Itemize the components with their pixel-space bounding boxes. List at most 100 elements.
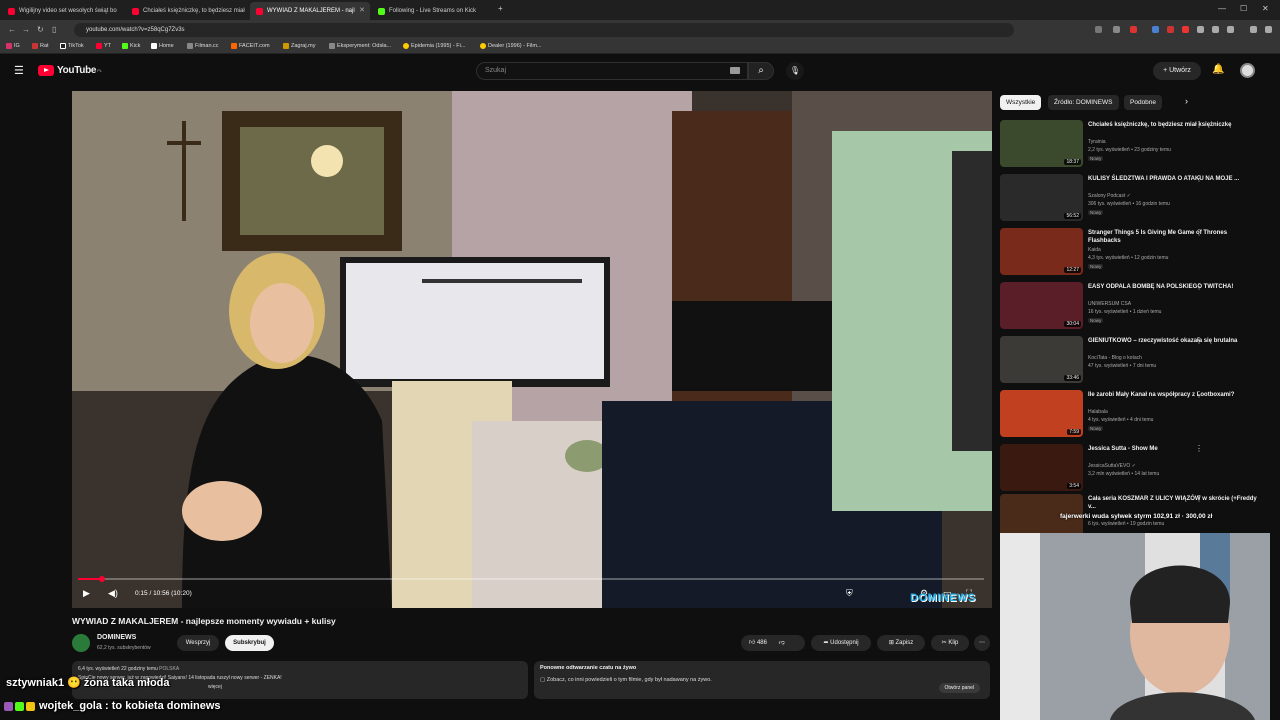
url-input[interactable]: youtube.com/watch?v=z58qCg7Zv3s [74, 23, 1014, 37]
voice-search-button[interactable]: 🎙 [786, 62, 804, 80]
open-panel-button[interactable]: Otwórz panel [938, 683, 980, 693]
bookmark[interactable]: Filman.cc [187, 43, 219, 49]
bookmark[interactable]: TikTok [60, 43, 84, 49]
save-button[interactable]: ⊞ Zapisz [877, 635, 925, 651]
recommendation-title[interactable]: KULISY ŚLEDZTWA I PRAWDA O ATAKU NA MOJE… [1088, 175, 1258, 183]
recommendation-channel[interactable]: KociTata - Blog o kotach [1088, 355, 1142, 361]
more-options-icon[interactable]: ⋮ [1195, 390, 1203, 399]
recommendation-title[interactable]: Cała seria KOSZMAR Z ULICY WIĄZÓW w skró… [1088, 495, 1258, 511]
hamburger-menu-icon[interactable]: ☰ [14, 64, 24, 77]
bookmark[interactable]: Epidemia (1995) - Fi... [403, 43, 465, 49]
extension-icon[interactable] [1167, 26, 1174, 33]
more-options-icon[interactable]: ⋮ [1195, 228, 1203, 237]
recommendation-title[interactable]: Stranger Things 5 Is Giving Me Game of T… [1088, 229, 1258, 245]
bookmark[interactable]: Eksperyment: Odsła... [329, 43, 391, 49]
account-avatar[interactable] [1240, 63, 1255, 78]
sponsorblock-icon[interactable]: ⛨ [846, 588, 853, 599]
close-tab-icon[interactable]: ✕ [359, 6, 365, 14]
recommendation-thumbnail[interactable]: 33:46 [1000, 336, 1083, 383]
recommendation-thumbnail[interactable]: 56:52 [1000, 174, 1083, 221]
recommendation-title[interactable]: Chciałeś księżniczkę, to będziesz miał k… [1088, 121, 1258, 129]
minimize-icon[interactable]: — [1218, 4, 1226, 13]
bookmark[interactable]: IG [6, 43, 20, 49]
share-button[interactable]: ➦ Udostępnij [811, 635, 871, 651]
recommendation-thumbnail[interactable]: 12:27 [1000, 228, 1083, 275]
bookmark[interactable]: Zagraj.my [283, 43, 315, 49]
close-window-icon[interactable]: ✕ [1262, 4, 1269, 13]
recommendation-title[interactable]: GIENIUTKOWO – rzeczywistość okazała się … [1088, 337, 1258, 345]
recommendation-item[interactable]: 7:59 Ile zarobi Mały Kanał na współpracy … [1000, 390, 1268, 442]
bookmark[interactable]: Home [151, 43, 174, 49]
recommendation-channel[interactable]: Tyrainia [1088, 139, 1106, 145]
more-options-icon[interactable]: ⋮ [1195, 282, 1203, 291]
progress-bar[interactable] [78, 578, 984, 580]
recommendation-item[interactable]: 56:52 KULISY ŚLEDZTWA I PRAWDA O ATAKU NA… [1000, 174, 1268, 226]
maximize-icon[interactable]: ☐ [1240, 4, 1247, 13]
recommendation-thumbnail[interactable]: 18:37 [1000, 120, 1083, 167]
bookmark[interactable]: YT [96, 43, 111, 49]
recommendation-item[interactable]: 12:27 Stranger Things 5 Is Giving Me Game… [1000, 228, 1268, 280]
brave-shield-icon[interactable] [1130, 26, 1137, 33]
recommendation-title[interactable]: Ile zarobi Mały Kanał na współpracy z Lo… [1088, 391, 1258, 399]
keyboard-icon[interactable] [730, 67, 740, 74]
recommendation-item[interactable]: 30:04 EASY ODPALA BOMBĘ NA POLSKIEGO TWIT… [1000, 282, 1268, 334]
bookmark[interactable]: FACEIT.com [231, 43, 270, 49]
recommendation-item[interactable]: 33:46 GIENIUTKOWO – rzeczywistość okazała… [1000, 336, 1268, 388]
forward-icon[interactable]: → [22, 25, 30, 34]
support-button[interactable]: Wesprzyj [177, 635, 219, 651]
recommendation-item[interactable]: 3:54 Jessica Sutta - Show Me JessicaSuttaV… [1000, 444, 1268, 496]
recommendation-title[interactable]: Jessica Sutta - Show Me [1088, 445, 1258, 453]
extension-icon[interactable] [1113, 26, 1120, 33]
like-count[interactable]: 486 [757, 640, 767, 646]
recommendation-thumbnail[interactable]: 7:59 [1000, 390, 1083, 437]
youtube-logo[interactable]: YouTube PL [38, 65, 102, 76]
more-options-icon[interactable]: ⋮ [1195, 120, 1203, 129]
share-icon[interactable] [1227, 26, 1234, 33]
progress-scrubber[interactable] [99, 576, 105, 582]
extension-icon[interactable] [1197, 26, 1204, 33]
channel-name[interactable]: DOMINEWS [97, 634, 136, 641]
bookmark[interactable]: Kick [122, 43, 140, 49]
extension-icon[interactable] [1182, 26, 1189, 33]
recommendation-channel[interactable]: Halabala [1088, 409, 1108, 415]
play-icon[interactable]: ▶ [83, 588, 90, 599]
chip-source[interactable]: Źródło: DOMINEWS [1048, 95, 1119, 110]
video-player[interactable] [72, 91, 992, 608]
sidebar-icon[interactable] [1250, 26, 1257, 33]
browser-tab-active[interactable]: WYWIAD Z MAKALJEREM - najl ✕ [250, 2, 370, 20]
notifications-bell-icon[interactable]: 🔔 [1212, 64, 1224, 75]
recommendation-channel[interactable]: JessicaSuttaVEVO ✓ [1088, 463, 1136, 469]
back-icon[interactable]: ← [8, 25, 16, 34]
browser-tab[interactable]: Wigilijny video set wesołych świąt bo [2, 2, 124, 20]
recommendation-item[interactable]: 18:37 Chciałeś księżniczkę, to będziesz m… [1000, 120, 1268, 172]
more-options-icon[interactable]: ⋮ [1195, 444, 1203, 453]
download-icon[interactable] [1212, 26, 1219, 33]
recommendation-channel[interactable]: Kaida [1088, 247, 1101, 253]
recommendation-title[interactable]: EASY ODPALA BOMBĘ NA POLSKIEGO TWITCHA! [1088, 283, 1258, 291]
channel-avatar[interactable] [72, 634, 90, 652]
menu-icon[interactable] [1265, 26, 1272, 33]
like-icon[interactable]: 👍︎ [749, 640, 755, 646]
more-options-icon[interactable]: ⋮ [1195, 174, 1203, 183]
chevron-right-icon[interactable]: › [1185, 96, 1188, 106]
recommendation-thumbnail[interactable]: 3:54 [1000, 444, 1083, 491]
extension-icon[interactable] [1152, 26, 1159, 33]
chip-related[interactable]: Podobne [1124, 95, 1163, 110]
clip-button[interactable]: ✂ Klip [931, 635, 969, 651]
create-button[interactable]: + Utwórz [1153, 62, 1201, 80]
bookmark-page-icon[interactable]: ▯ [52, 25, 56, 34]
recommendation-channel[interactable]: Szalony Podcast ✓ [1088, 193, 1131, 199]
reload-icon[interactable]: ↻ [37, 25, 44, 34]
more-actions-button[interactable]: ⋯ [974, 635, 990, 651]
bookmark[interactable]: Rat [32, 43, 49, 49]
browser-tab[interactable]: Chciałeś księżniczkę, to będziesz miał [126, 2, 248, 20]
new-tab-icon[interactable]: + [498, 4, 503, 13]
bookmark[interactable]: Dealer (1996) - Film... [480, 43, 542, 49]
more-options-icon[interactable]: ⋮ [1195, 494, 1203, 503]
more-options-icon[interactable]: ⋮ [1195, 336, 1203, 345]
search-input[interactable]: Szukaj [476, 62, 748, 80]
recommendation-channel[interactable]: UNIWERSUM CSA [1088, 301, 1131, 307]
extension-icon[interactable] [1095, 26, 1102, 33]
recommendation-thumbnail[interactable]: 30:04 [1000, 282, 1083, 329]
browser-tab[interactable]: Following - Live Streams on Kick [372, 2, 494, 20]
